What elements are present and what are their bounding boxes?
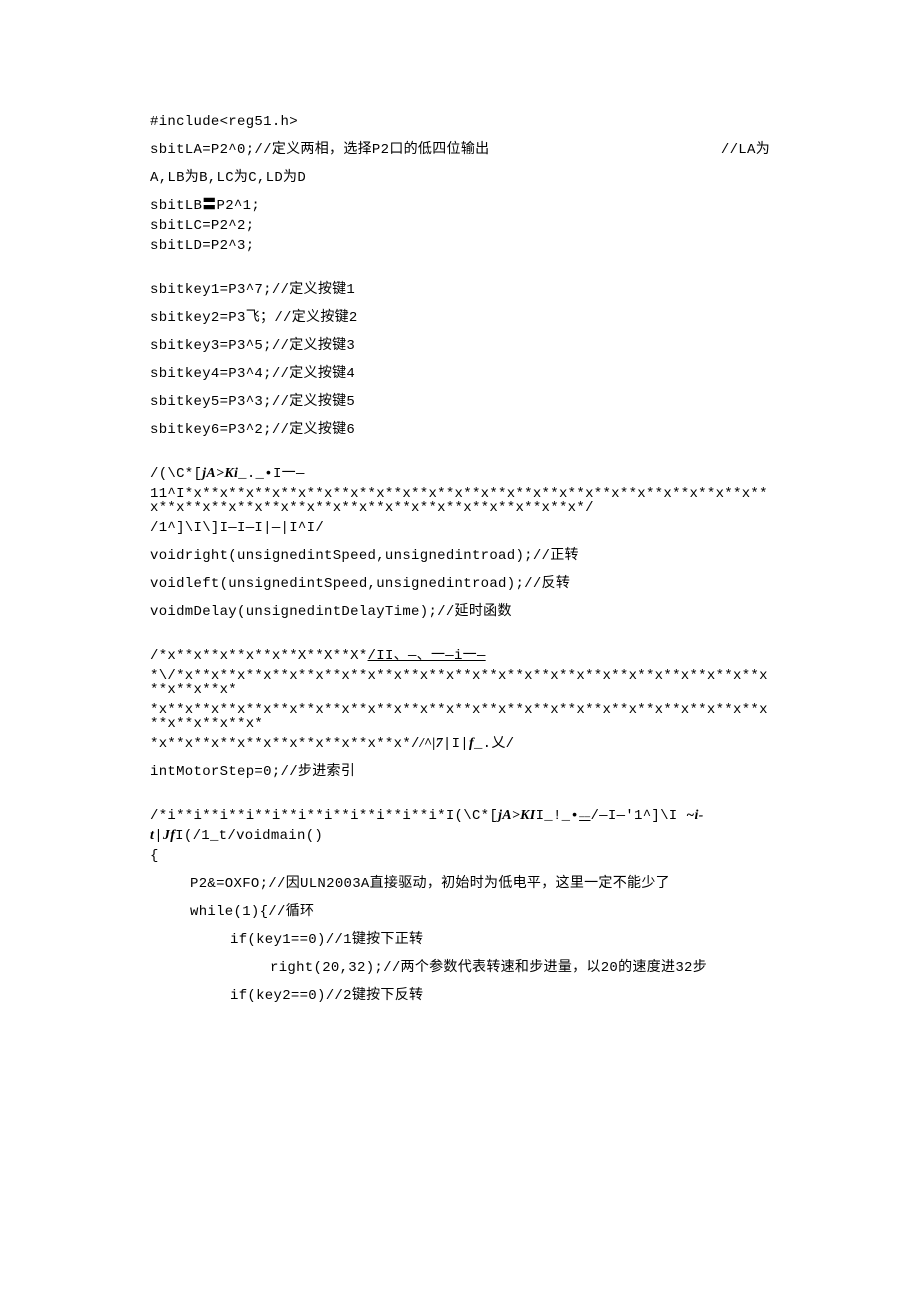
garbled-line: 11^I*x**x**x**x**x**x**x**x**x**x**x**x*… bbox=[150, 487, 770, 515]
garbled-line: /*i**i**i**i**i**i**i**i**i**i**i*I(\C*[… bbox=[150, 809, 770, 823]
text-frag: I_!_• bbox=[536, 808, 580, 824]
text-frag: I(/1_t/voidmain() bbox=[175, 828, 323, 844]
code-line: sbitkey2=P3飞；//定义按键2 bbox=[150, 311, 770, 325]
italic-frag: ~i- bbox=[686, 808, 703, 823]
code-line: sbitkey1=P3^7;//定义按键1 bbox=[150, 283, 770, 297]
blank-line bbox=[150, 267, 770, 283]
code-line: right(20,32);//两个参数代表转速和步进量，以20的速度进32步 bbox=[150, 961, 770, 975]
text-frag: /(\C*[ bbox=[150, 466, 202, 482]
italic-frag: jA>Ki bbox=[202, 466, 238, 481]
code-line: if(key2==0)//2键按下反转 bbox=[150, 989, 770, 1003]
text-frag: /*x**x**x**x**x**X**X**X* bbox=[150, 648, 368, 664]
underline-frag: —— bbox=[579, 812, 590, 822]
code-line: sbitLB〓P2^1; bbox=[150, 199, 770, 213]
italic-frag: Jf bbox=[163, 828, 175, 843]
code-line: sbitkey4=P3^4;//定义按键4 bbox=[150, 367, 770, 381]
text-frag: _.乂/ bbox=[474, 736, 514, 752]
text-frag: |I| bbox=[443, 736, 469, 752]
code-line: A,LB为B,LC为C,LD为D bbox=[150, 171, 770, 185]
blank-line bbox=[150, 793, 770, 809]
text-frag: _._•I一— bbox=[238, 466, 305, 482]
code-line: intMotorStep=0;//步进索引 bbox=[150, 765, 770, 779]
blank-line bbox=[150, 451, 770, 467]
code-line: sbitLD=P2^3; bbox=[150, 239, 770, 253]
code-line: #include<reg51.h> bbox=[150, 115, 770, 129]
code-line: sbitLC=P2^2; bbox=[150, 219, 770, 233]
code-line: { bbox=[150, 849, 770, 863]
text-frag: /—I—'1^]\I bbox=[590, 808, 686, 824]
underline-frag: /II、—、一—i一— bbox=[368, 648, 486, 664]
garbled-line: /(\C*[jA>Ki_._•I一— bbox=[150, 467, 770, 481]
code-line: sbitkey5=P3^3;//定义按键5 bbox=[150, 395, 770, 409]
code-text: sbitLA=P2^0;//定义两相，选择P2口的低四位输出 bbox=[150, 142, 489, 158]
code-line: sbitLA=P2^0;//定义两相，选择P2口的低四位输出 //LA为 bbox=[150, 143, 770, 157]
garbled-line: *\/*x**x**x**x**x**x**x**x**x**x**x**x**… bbox=[150, 669, 770, 697]
italic-frag: /^|7 bbox=[420, 736, 443, 751]
garbled-line: *x**x**x**x**x**x**x**x**x**x*//^|7|I|f_… bbox=[150, 737, 770, 751]
code-line: sbitkey3=P3^5;//定义按键3 bbox=[150, 339, 770, 353]
text-frag: *x**x**x**x**x**x**x**x**x**x*/ bbox=[150, 736, 420, 752]
text-frag: /*i**i**i**i**i**i**i**i**i**i**i*I(\C*[ bbox=[150, 808, 498, 824]
code-line: while(1){//循环 bbox=[150, 905, 770, 919]
code-line: voidmDelay(unsignedintDelayTime);//延时函数 bbox=[150, 605, 770, 619]
code-line: sbitkey6=P3^2;//定义按键6 bbox=[150, 423, 770, 437]
blank-line bbox=[150, 633, 770, 649]
text-frag: | bbox=[154, 828, 163, 844]
garbled-line: t|JfI(/1_t/voidmain() bbox=[150, 829, 770, 843]
italic-frag: jA>KI bbox=[498, 808, 536, 823]
code-comment: //LA为 bbox=[721, 143, 770, 157]
code-line: P2&=OXFO;//因ULN2003A直接驱动，初始时为低电平，这里一定不能少… bbox=[150, 877, 770, 891]
code-line: voidleft(unsignedintSpeed,unsignedintroa… bbox=[150, 577, 770, 591]
code-line: voidright(unsignedintSpeed,unsignedintro… bbox=[150, 549, 770, 563]
garbled-line: /*x**x**x**x**x**X**X**X*/II、—、一—i一— bbox=[150, 649, 770, 663]
code-line: if(key1==0)//1键按下正转 bbox=[150, 933, 770, 947]
garbled-line: /1^]\I\]I—I—I|—|I^I/ bbox=[150, 521, 770, 535]
garbled-line: *x**x**x**x**x**x**x**x**x**x**x**x**x**… bbox=[150, 703, 770, 731]
